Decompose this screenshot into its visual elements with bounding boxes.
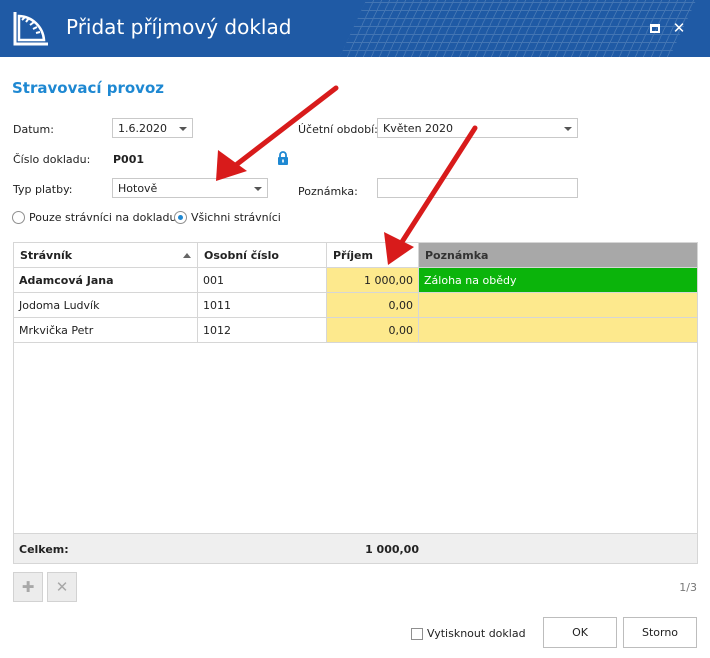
radio-document-only-label: Pouze strávníci na dokladu: [29, 211, 177, 224]
column-header-income[interactable]: Příjem: [327, 243, 419, 268]
title-bar: Přidat příjmový doklad ✕: [0, 0, 710, 57]
cell-personal-number[interactable]: 1012: [198, 318, 327, 343]
lock-icon[interactable]: [277, 151, 289, 165]
cell-note[interactable]: [419, 293, 697, 318]
period-select[interactable]: Květen 2020: [377, 118, 578, 138]
cell-note[interactable]: Záloha na obědy: [419, 268, 697, 293]
doc-number-label: Číslo dokladu:: [13, 153, 91, 166]
date-label: Datum:: [13, 123, 54, 136]
page-indicator: 1/3: [679, 581, 697, 594]
radio-circle-checked: [174, 211, 187, 224]
delete-row-button[interactable]: ✕: [47, 572, 77, 602]
payment-type-select[interactable]: Hotově: [112, 178, 268, 198]
footer-total-value: 1 000,00: [365, 543, 419, 556]
cell-note[interactable]: [419, 318, 697, 343]
section-title: Stravovací provoz: [12, 79, 164, 97]
cancel-button[interactable]: Storno: [623, 617, 697, 648]
cell-diner-name[interactable]: Adamcová Jana: [14, 268, 198, 293]
footer-total-label: Celkem:: [19, 543, 69, 556]
radio-document-only[interactable]: Pouze strávníci na dokladu: [12, 211, 176, 224]
period-label: Účetní období:: [298, 123, 378, 136]
radio-all[interactable]: Všichni strávníci: [174, 211, 281, 224]
checkbox-box: [411, 627, 423, 640]
date-value: 1.6.2020: [118, 122, 167, 135]
column-header-diner[interactable]: Strávník: [14, 243, 198, 268]
print-checkbox-label: Vytisknout doklad: [427, 627, 526, 640]
app-logo-icon: [13, 12, 48, 46]
doc-number-value: P001: [113, 153, 145, 166]
ok-button[interactable]: OK: [543, 617, 617, 648]
chevron-down-icon: [254, 187, 262, 191]
radio-all-label: Všichni strávníci: [191, 211, 281, 224]
column-header-diner-label: Strávník: [20, 249, 73, 262]
cell-personal-number[interactable]: 1011: [198, 293, 327, 318]
print-checkbox[interactable]: Vytisknout doklad: [411, 627, 526, 640]
note-input[interactable]: [377, 178, 578, 198]
maximize-icon[interactable]: [645, 18, 665, 38]
diners-grid[interactable]: Strávník Osobní číslo Příjem Poznámka Ad…: [13, 242, 698, 564]
radio-circle: [12, 211, 25, 224]
chevron-down-icon: [179, 127, 187, 131]
add-row-button[interactable]: ✚: [13, 572, 43, 602]
cell-income[interactable]: 0,00: [327, 293, 419, 318]
cell-income[interactable]: 1 000,00: [327, 268, 419, 293]
sort-ascending-icon: [183, 253, 191, 258]
chevron-down-icon: [564, 127, 572, 131]
payment-type-label: Typ platby:: [13, 183, 73, 196]
grid-footer: Celkem: 1 000,00: [14, 533, 697, 563]
note-label: Poznámka:: [298, 185, 358, 198]
cell-diner-name[interactable]: Mrkvička Petr: [14, 318, 198, 343]
period-value: Květen 2020: [383, 122, 454, 135]
payment-type-value: Hotově: [118, 182, 158, 195]
cell-personal-number[interactable]: 001: [198, 268, 327, 293]
plus-icon: ✚: [21, 578, 35, 596]
date-picker[interactable]: 1.6.2020: [112, 118, 193, 138]
cell-income[interactable]: 0,00: [327, 318, 419, 343]
column-header-note[interactable]: Poznámka: [419, 243, 697, 268]
cell-diner-name[interactable]: Jodoma Ludvík: [14, 293, 198, 318]
delete-icon: ✕: [55, 578, 69, 596]
column-header-personal-number[interactable]: Osobní číslo: [198, 243, 327, 268]
window-title: Přidat příjmový doklad: [66, 15, 292, 39]
close-icon[interactable]: ✕: [669, 18, 689, 38]
